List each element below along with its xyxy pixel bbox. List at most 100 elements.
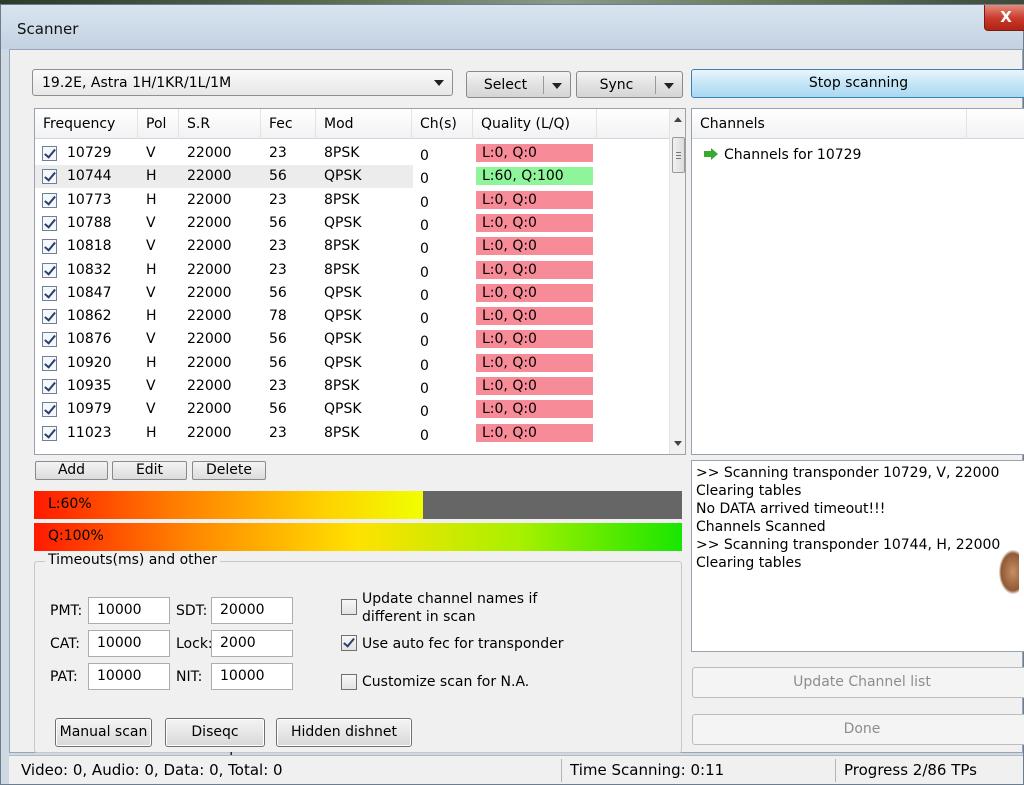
fec-cell: 56 xyxy=(269,354,287,371)
pat-label: PAT: xyxy=(50,669,78,685)
pmt-field[interactable]: 10000 xyxy=(88,597,170,624)
title-bar[interactable]: Scanner xyxy=(1,5,1023,49)
table-row[interactable]: 10744 H 22000 56 QPSK 0 L:60, Q:100 xyxy=(35,165,669,189)
sdt-field[interactable]: 20000 xyxy=(211,597,293,624)
fec-cell: 23 xyxy=(269,238,287,255)
chevron-down-icon[interactable] xyxy=(552,83,562,89)
select-button[interactable]: Select xyxy=(466,71,571,98)
update-names-label-2[interactable]: different in scan xyxy=(362,608,476,626)
column-channels[interactable]: Ch(s) xyxy=(412,109,473,139)
column-pol[interactable]: Pol xyxy=(138,109,179,139)
row-checkbox[interactable] xyxy=(42,332,57,348)
customize-na-label[interactable]: Customize scan for N.A. xyxy=(362,673,529,691)
split-separator xyxy=(655,76,656,94)
transponder-list[interactable]: Frequency Pol S.R Fec Mod Ch(s) Quality … xyxy=(34,108,686,455)
satellite-dropdown[interactable]: 19.2E, Astra 1H/1KR/1L/1M xyxy=(32,69,453,96)
table-row[interactable]: 10876 V 22000 56 QPSK 0 L:0, Q:0 xyxy=(35,328,669,351)
channels-cell: 0 xyxy=(420,264,429,281)
fec-cell: 23 xyxy=(269,378,287,394)
frequency-cell: 10862 xyxy=(67,308,112,325)
row-checkbox[interactable] xyxy=(42,309,57,325)
column-fec[interactable]: Fec xyxy=(261,109,316,139)
row-checkbox[interactable] xyxy=(42,355,57,371)
row-checkbox[interactable] xyxy=(42,262,57,278)
fec-cell: 23 xyxy=(269,145,287,161)
table-row[interactable]: 10818 V 22000 23 8PSK 0 L:0, Q:0 xyxy=(35,235,669,258)
scan-log[interactable]: >> Scanning transponder 10729, V, 22000 C… xyxy=(691,460,1024,652)
status-progress: Progress 2/86 TPs xyxy=(844,761,977,779)
chevron-down-icon xyxy=(434,80,444,86)
update-channel-list-button[interactable]: Update Channel list xyxy=(692,667,1024,698)
lock-field[interactable]: 2000 xyxy=(211,630,293,657)
status-time: Time Scanning: 0:11 xyxy=(570,761,725,779)
add-button[interactable]: Add xyxy=(35,461,108,480)
column-sr[interactable]: S.R xyxy=(179,109,261,139)
table-row[interactable]: 10773 H 22000 23 8PSK 0 L:0, Q:0 xyxy=(35,189,669,212)
row-checkbox[interactable] xyxy=(42,215,57,231)
scroll-down-icon[interactable] xyxy=(674,441,682,446)
fec-cell: 23 xyxy=(269,261,287,278)
mod-cell: 8PSK xyxy=(324,378,360,394)
update-names-label-1[interactable]: Update channel names if xyxy=(362,590,537,608)
sr-cell: 22000 xyxy=(187,308,232,325)
diseqc-console-button[interactable]: Diseqc console xyxy=(165,718,265,767)
table-row[interactable]: 10847 V 22000 56 QPSK 0 L:0, Q:0 xyxy=(35,282,669,305)
fec-cell: 56 xyxy=(269,284,287,301)
quality-cell: L:0, Q:0 xyxy=(476,423,593,442)
row-checkbox[interactable] xyxy=(42,285,57,301)
auto-fec-label[interactable]: Use auto fec for transponder xyxy=(362,635,564,653)
row-checkbox[interactable] xyxy=(42,379,57,394)
channels-tree[interactable]: Channels Channels for 10729 xyxy=(691,108,1024,455)
table-row[interactable]: 11023 H 22000 23 8PSK 0 L:0, Q:0 xyxy=(35,422,669,445)
log-line: >> Scanning transponder 10744, H, 22000 xyxy=(696,537,1001,553)
table-row[interactable]: 10729 V 22000 23 8PSK 0 L:0, Q:0 xyxy=(35,142,669,165)
channels-tree-item[interactable]: Channels for 10729 xyxy=(704,147,861,163)
chevron-down-icon[interactable] xyxy=(664,83,674,89)
table-row[interactable]: 10935 V 22000 23 8PSK 0 L:0, Q:0 xyxy=(35,375,669,398)
table-row[interactable]: 10920 H 22000 56 QPSK 0 L:0, Q:0 xyxy=(35,352,669,375)
row-checkbox[interactable] xyxy=(42,402,57,418)
close-button[interactable]: X xyxy=(984,5,1024,31)
column-channels-tree[interactable]: Channels xyxy=(692,109,967,139)
row-checkbox[interactable] xyxy=(42,146,57,161)
row-checkbox[interactable] xyxy=(42,239,57,255)
row-checkbox[interactable] xyxy=(42,169,57,185)
done-button[interactable]: Done xyxy=(692,714,1024,745)
customize-na-checkbox[interactable] xyxy=(341,674,357,690)
cat-field[interactable]: 10000 xyxy=(88,630,170,657)
column-quality[interactable]: Quality (L/Q) xyxy=(473,109,597,139)
manual-scan-button[interactable]: Manual scan xyxy=(55,718,152,747)
quality-cell: L:0, Q:0 xyxy=(476,190,593,209)
column-mod[interactable]: Mod xyxy=(316,109,412,139)
table-row[interactable]: 10862 H 22000 78 QPSK 0 L:0, Q:0 xyxy=(35,305,669,328)
table-row[interactable]: 10788 V 22000 56 QPSK 0 L:0, Q:0 xyxy=(35,212,669,235)
nit-field[interactable]: 10000 xyxy=(211,663,293,690)
frequency-cell: 11023 xyxy=(67,424,112,441)
quality-meter: Q:100% xyxy=(34,523,682,551)
pmt-label: PMT: xyxy=(50,603,83,619)
list-scrollbar[interactable] xyxy=(669,109,685,454)
row-checkbox[interactable] xyxy=(42,192,57,208)
update-names-checkbox[interactable] xyxy=(341,599,357,615)
hidden-dishnet-button[interactable]: Hidden dishnet xyxy=(276,718,412,747)
pat-field[interactable]: 10000 xyxy=(88,663,170,690)
scroll-up-icon[interactable] xyxy=(674,117,682,122)
quality-label: Q:100% xyxy=(48,528,104,544)
log-line: No DATA arrived timeout!!! xyxy=(696,501,886,517)
pol-cell: V xyxy=(146,214,156,231)
stop-scanning-button[interactable]: Stop scanning xyxy=(691,69,1024,98)
sr-cell: 22000 xyxy=(187,214,232,231)
row-checkbox[interactable] xyxy=(42,425,57,441)
sr-cell: 22000 xyxy=(187,238,232,255)
delete-button[interactable]: Delete xyxy=(192,461,266,480)
auto-fec-checkbox[interactable] xyxy=(341,635,357,651)
edit-button[interactable]: Edit xyxy=(112,461,187,480)
sr-cell: 22000 xyxy=(187,168,232,185)
mod-cell: QPSK xyxy=(324,331,362,348)
scroll-thumb[interactable] xyxy=(672,137,685,173)
scanner-window: Scanner X 19.2E, Astra 1H/1KR/1L/1M Sele… xyxy=(0,4,1024,785)
table-row[interactable]: 10832 H 22000 23 8PSK 0 L:0, Q:0 xyxy=(35,259,669,282)
column-frequency[interactable]: Frequency xyxy=(35,109,138,139)
sync-button[interactable]: Sync xyxy=(576,71,683,98)
table-row[interactable]: 10979 V 22000 56 QPSK 0 L:0, Q:0 xyxy=(35,398,669,421)
